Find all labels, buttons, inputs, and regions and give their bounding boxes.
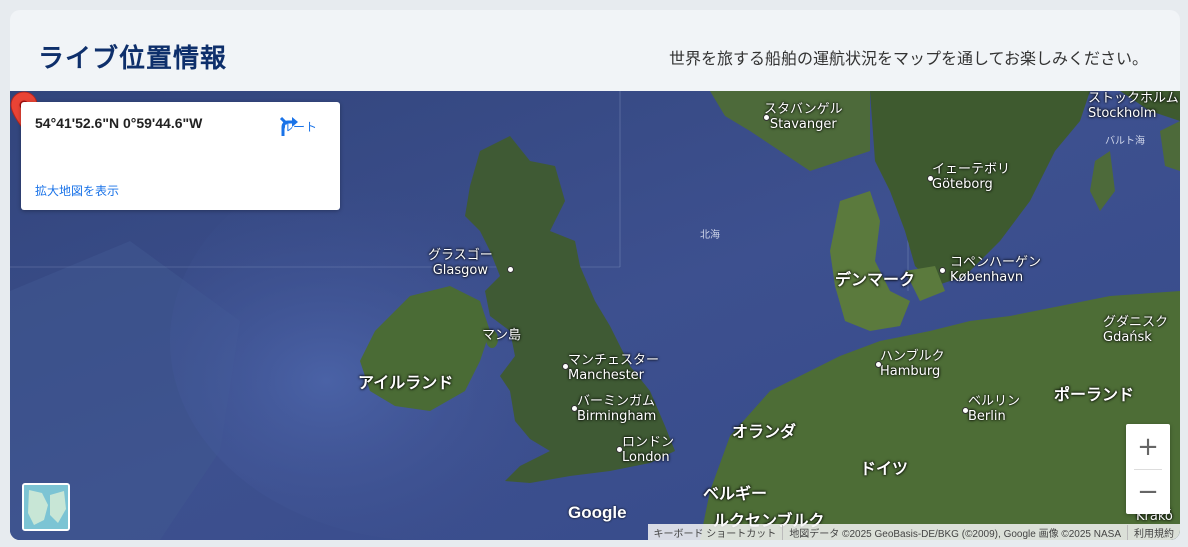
- label-poland: ポーランド: [1054, 385, 1135, 404]
- marker-dot: [939, 267, 946, 274]
- marker-dot: [507, 266, 514, 273]
- map-data-text: 地図データ ©2025 GeoBasis-DE/BKG (©2009), Goo…: [782, 524, 1127, 540]
- page-title: ライブ位置情報: [38, 44, 228, 74]
- marker-dot: [562, 363, 569, 370]
- label-goteborg: イェーテボリ Göteborg: [932, 162, 1011, 192]
- label-copenhagen: コペンハーゲン København: [950, 255, 1042, 285]
- google-logo: Google: [568, 503, 627, 522]
- label-netherlands: オランダ: [732, 422, 797, 441]
- label-glasgow: グラスゴー Glasgow: [428, 248, 493, 278]
- label-belgium: ベルギー: [703, 484, 768, 503]
- divider: [1134, 469, 1162, 470]
- header: ライブ位置情報 世界を旅する船舶の運航状況をマップを通してお楽しみください。: [10, 10, 1180, 91]
- route-button[interactable]: ルート: [277, 114, 321, 136]
- marker-dot: [927, 175, 934, 182]
- label-manchester: マンチェスター Manchester: [568, 353, 660, 383]
- label-north-sea: 北海: [700, 230, 720, 241]
- label-hamburg: ハンブルク Hamburg: [880, 349, 945, 379]
- location-info-box: 54°41'52.6"N 0°59'44.6"W ルート 拡大地図を表示: [21, 102, 340, 210]
- marker-dot: [962, 407, 969, 414]
- marker-dot: [571, 405, 578, 412]
- marker-dot: [875, 361, 882, 368]
- label-london: ロンドン London: [622, 435, 675, 465]
- marker-dot: [616, 446, 623, 453]
- page-subtitle: 世界を旅する船舶の運航状況をマップを通してお楽しみください。: [668, 49, 1148, 68]
- label-gdansk: グダニスク Gdańsk: [1103, 315, 1169, 345]
- map-attribution: キーボード ショートカット 地図データ ©2025 GeoBasis-DE/BK…: [647, 524, 1180, 540]
- satellite-layer-icon: [24, 485, 68, 529]
- keyboard-shortcuts-link[interactable]: キーボード ショートカット: [648, 525, 783, 540]
- directions-icon: [279, 116, 298, 136]
- label-birmingham: バーミンガム Birmingham: [577, 394, 657, 424]
- map-type-toggle[interactable]: [22, 483, 70, 531]
- label-stockholm: ストックホルム Stockholm: [1088, 91, 1179, 121]
- enlarge-map-link[interactable]: 拡大地図を表示: [35, 182, 119, 199]
- label-denmark: デンマーク: [835, 270, 916, 289]
- zoom-in-button[interactable]: +: [1126, 424, 1170, 469]
- zoom-control: + −: [1126, 424, 1170, 514]
- label-stavanger: スタバンゲル Stavanger: [764, 102, 843, 132]
- label-germany: ドイツ: [860, 459, 909, 478]
- map-view[interactable]: スタバンゲル Stavanger ストックホルム Stockholm バルト海 …: [10, 91, 1180, 540]
- label-baltic-sea: バルト海: [1105, 136, 1145, 147]
- marker-dot: [763, 114, 770, 121]
- zoom-out-button[interactable]: −: [1126, 469, 1170, 514]
- label-ireland: アイルランド: [358, 373, 454, 392]
- live-location-card: ライブ位置情報 世界を旅する船舶の運航状況をマップを通してお楽しみください。 ス…: [10, 10, 1180, 540]
- label-berlin: ベルリン Berlin: [968, 394, 1021, 424]
- coordinates-text: 54°41'52.6"N 0°59'44.6"W: [35, 115, 203, 131]
- terms-link[interactable]: 利用規約: [1127, 524, 1180, 540]
- label-isle-of-man: マン島: [482, 328, 522, 343]
